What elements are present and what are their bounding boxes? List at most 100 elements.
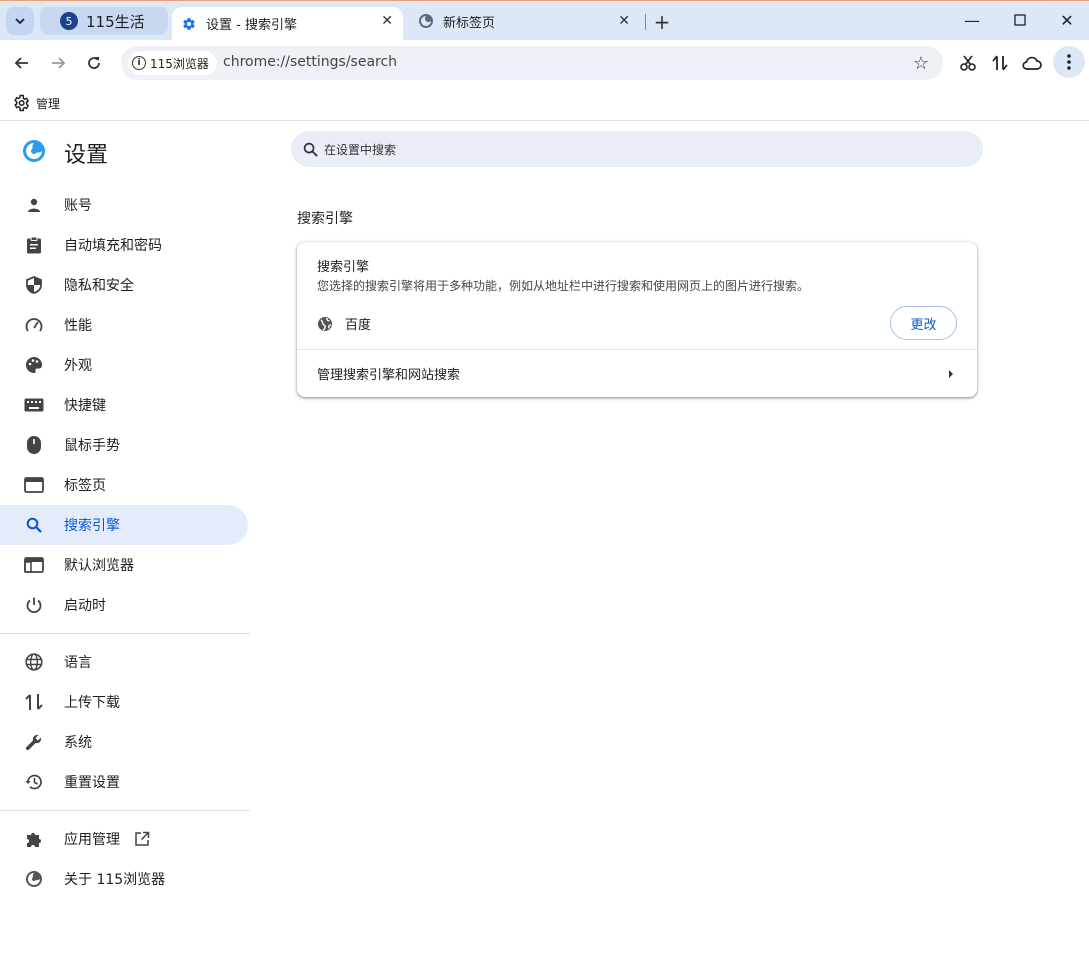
settings-page: 设置 账号 自动填充和密码 隐私和安全 性能 外观 快捷键 鼠标手势 标签页 搜… [0, 121, 1089, 971]
section-title: 搜索引擎 [297, 211, 353, 227]
search-icon [303, 142, 318, 157]
toolbar: i 115浏览器 chrome://settings/search ☆ [0, 40, 1089, 86]
transfer-button[interactable] [988, 51, 1012, 75]
cloud-icon [1022, 56, 1042, 70]
tab-label: 115生活 [86, 12, 145, 31]
sidebar-item-languages[interactable]: 语言 [0, 642, 248, 682]
browser-logo-icon [417, 12, 435, 30]
sidebar-item-label: 语言 [64, 655, 92, 671]
current-search-engine: 百度 [317, 314, 371, 333]
tab-new-tab[interactable]: 新标签页 ✕ [409, 7, 640, 35]
keyboard-icon [24, 395, 44, 415]
maximize-button[interactable] [1010, 11, 1030, 30]
close-icon[interactable]: ✕ [618, 13, 630, 29]
gear-outline-icon [12, 94, 30, 112]
sidebar-item-label: 外观 [64, 358, 92, 374]
manage-search-engines-row[interactable]: 管理搜索引擎和网站搜索 [317, 350, 953, 397]
sidebar-item-account[interactable]: 账号 [0, 185, 248, 225]
address-bar[interactable]: i 115浏览器 chrome://settings/search ☆ [121, 46, 943, 80]
up-down-arrows-icon [992, 55, 1008, 71]
arrow-right-icon [52, 57, 66, 69]
sidebar-item-shortcuts[interactable]: 快捷键 [0, 385, 248, 425]
sidebar-item-label: 默认浏览器 [64, 558, 134, 574]
settings-nav: 账号 自动填充和密码 隐私和安全 性能 外观 快捷键 鼠标手势 标签页 搜索引擎… [0, 185, 250, 899]
history-icon [24, 772, 44, 792]
settings-title: 设置 [64, 143, 109, 168]
more-vertical-icon [1067, 54, 1071, 70]
chevron-right-icon [949, 369, 953, 378]
chevron-down-icon [15, 18, 25, 25]
url-text[interactable]: chrome://settings/search [223, 54, 397, 70]
115-logo-icon: 5 [60, 12, 78, 30]
tab-strip: 5 115生活 设置 - 搜索引擎 ✕ 新标签页 ✕ + — ✕ [0, 1, 1089, 40]
sidebar-item-label: 账号 [64, 198, 92, 214]
arrow-left-icon [14, 57, 28, 69]
palette-icon [24, 355, 44, 375]
tab-search-button[interactable] [6, 7, 34, 35]
forward-button[interactable] [46, 51, 70, 75]
power-icon [24, 595, 44, 615]
sidebar-item-appearance[interactable]: 外观 [0, 345, 248, 385]
gear-icon [180, 15, 198, 33]
sidebar-item-label: 搜索引擎 [64, 518, 120, 534]
settings-search-input[interactable]: 在设置中搜索 [291, 131, 983, 167]
sidebar-item-label: 鼠标手势 [64, 438, 120, 454]
sidebar-item-label: 启动时 [64, 598, 106, 614]
tab-label: 设置 - 搜索引擎 [206, 18, 297, 33]
globe-icon [24, 652, 44, 672]
nav-divider [0, 810, 250, 811]
sidebar-item-system[interactable]: 系统 [0, 722, 248, 762]
sidebar-item-label: 重置设置 [64, 775, 120, 791]
sidebar-item-on-startup[interactable]: 启动时 [0, 585, 248, 625]
engine-name: 百度 [345, 318, 372, 333]
main-menu-button[interactable] [1053, 46, 1085, 78]
tab-separator [645, 14, 646, 30]
close-icon[interactable]: ✕ [381, 13, 393, 29]
change-search-engine-button[interactable]: 更改 [890, 306, 957, 340]
sidebar-item-default-browser[interactable]: 默认浏览器 [0, 545, 248, 585]
window-close-button[interactable]: ✕ [1057, 11, 1077, 30]
card-heading: 搜索引擎 [317, 260, 370, 275]
tab-115-life[interactable]: 5 115生活 [40, 7, 168, 35]
external-link-icon [134, 831, 150, 847]
sidebar-item-label: 关于 115浏览器 [64, 872, 166, 888]
wrench-icon [24, 732, 44, 752]
sidebar-item-privacy[interactable]: 隐私和安全 [0, 265, 248, 305]
site-chip-label: 115浏览器 [150, 56, 209, 71]
person-icon [24, 195, 44, 215]
bookmark-manage[interactable]: 管理 [12, 94, 60, 112]
new-tab-button[interactable]: + [652, 10, 672, 34]
cut-tool-button[interactable] [956, 51, 980, 75]
mouse-icon [24, 435, 44, 455]
sidebar-item-label: 自动填充和密码 [64, 238, 162, 254]
sidebar-item-label: 应用管理 [64, 832, 120, 848]
settings-header: 设置 [22, 137, 108, 169]
sidebar-item-autofill[interactable]: 自动填充和密码 [0, 225, 248, 265]
manage-search-engines-label: 管理搜索引擎和网站搜索 [317, 368, 461, 383]
maximize-icon [1014, 14, 1026, 26]
sidebar-item-mouse-gestures[interactable]: 鼠标手势 [0, 425, 248, 465]
sidebar-item-about[interactable]: 关于 115浏览器 [0, 859, 248, 899]
sidebar-item-performance[interactable]: 性能 [0, 305, 248, 345]
browser-logo-icon [22, 139, 46, 167]
minimize-button[interactable]: — [962, 11, 982, 30]
tab-label: 新标签页 [443, 15, 496, 31]
scissors-icon [960, 55, 976, 71]
browser-logo-icon [24, 869, 44, 889]
info-icon: i [132, 56, 146, 70]
tab-settings-search[interactable]: 设置 - 搜索引擎 ✕ [172, 7, 403, 40]
puzzle-icon [24, 829, 44, 849]
star-icon[interactable]: ☆ [913, 53, 929, 74]
cloud-button[interactable] [1020, 51, 1044, 75]
nav-divider [0, 633, 250, 634]
sidebar-item-label: 隐私和安全 [64, 278, 134, 294]
speedometer-icon [24, 315, 44, 335]
sidebar-item-tabs[interactable]: 标签页 [0, 465, 248, 505]
back-button[interactable] [10, 51, 34, 75]
sidebar-item-reset[interactable]: 重置设置 [0, 762, 248, 802]
sidebar-item-extensions[interactable]: 应用管理 [0, 819, 248, 859]
reload-button[interactable] [82, 51, 106, 75]
sidebar-item-upload-download[interactable]: 上传下载 [0, 682, 248, 722]
sidebar-item-search-engine[interactable]: 搜索引擎 [0, 505, 248, 545]
site-info-chip[interactable]: i 115浏览器 [128, 51, 217, 75]
